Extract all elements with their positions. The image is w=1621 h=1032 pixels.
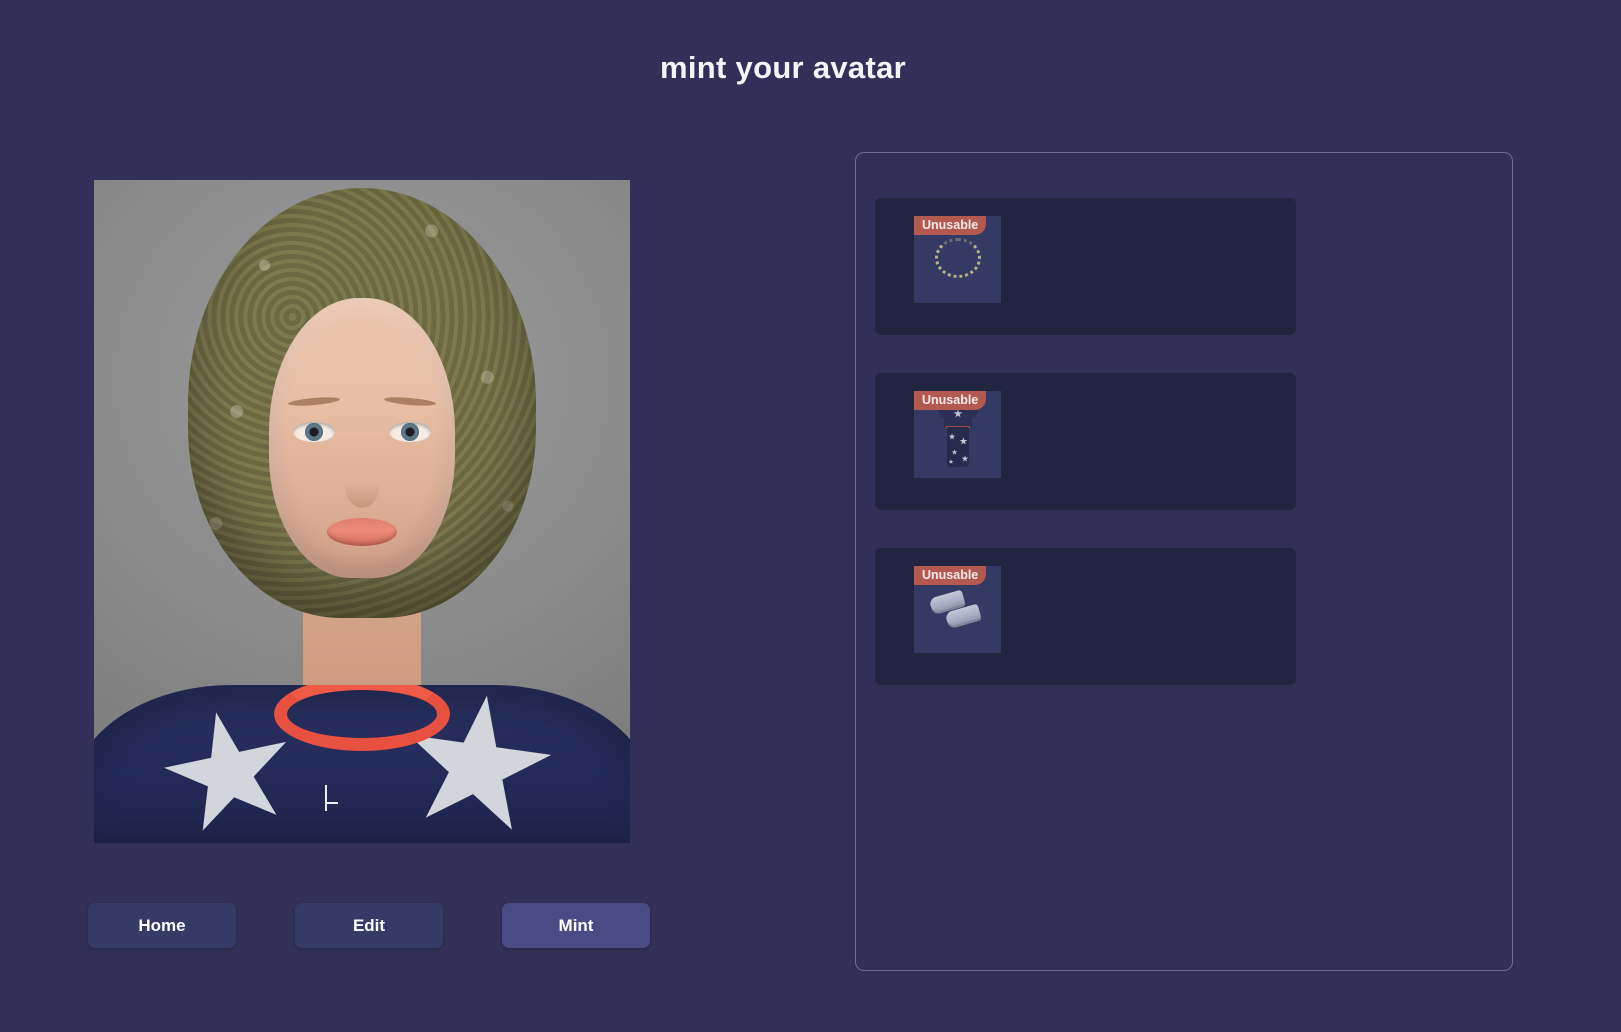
inventory-panel: Unusable Unusable Unusable [855,152,1513,971]
page-title: mint your avatar [660,50,906,85]
action-bar: Home Edit Mint [88,903,650,948]
avatar-shirt [94,685,630,843]
edit-button[interactable]: Edit [295,903,443,948]
avatar-nose [345,466,379,508]
shirt-star-icon [94,838,178,843]
status-badge: Unusable [914,391,987,410]
status-badge: Unusable [914,566,987,585]
inventory-item-card[interactable]: Unusable [875,548,1296,685]
avatar-lips [327,518,397,546]
inventory-item-card[interactable]: Unusable [875,198,1296,335]
avatar-preview-column: Home Edit Mint [88,180,650,948]
inventory-list: Unusable Unusable Unusable [875,198,1493,685]
shirt-logo-icon [325,785,338,811]
mint-button[interactable]: Mint [502,903,650,948]
inventory-item-card[interactable]: Unusable [875,373,1296,510]
avatar-iris-left [305,423,323,441]
home-button[interactable]: Home [88,903,236,948]
shirt-star-icon [526,818,630,843]
avatar-eye-right [389,422,431,442]
status-badge: Unusable [914,216,987,235]
avatar-eye-left [293,422,335,442]
item-thumbnail: Unusable [914,216,1001,303]
avatar-render [94,180,630,843]
item-thumbnail: Unusable [914,391,1001,478]
item-thumbnail: Unusable [914,566,1001,653]
avatar-iris-right [401,423,419,441]
